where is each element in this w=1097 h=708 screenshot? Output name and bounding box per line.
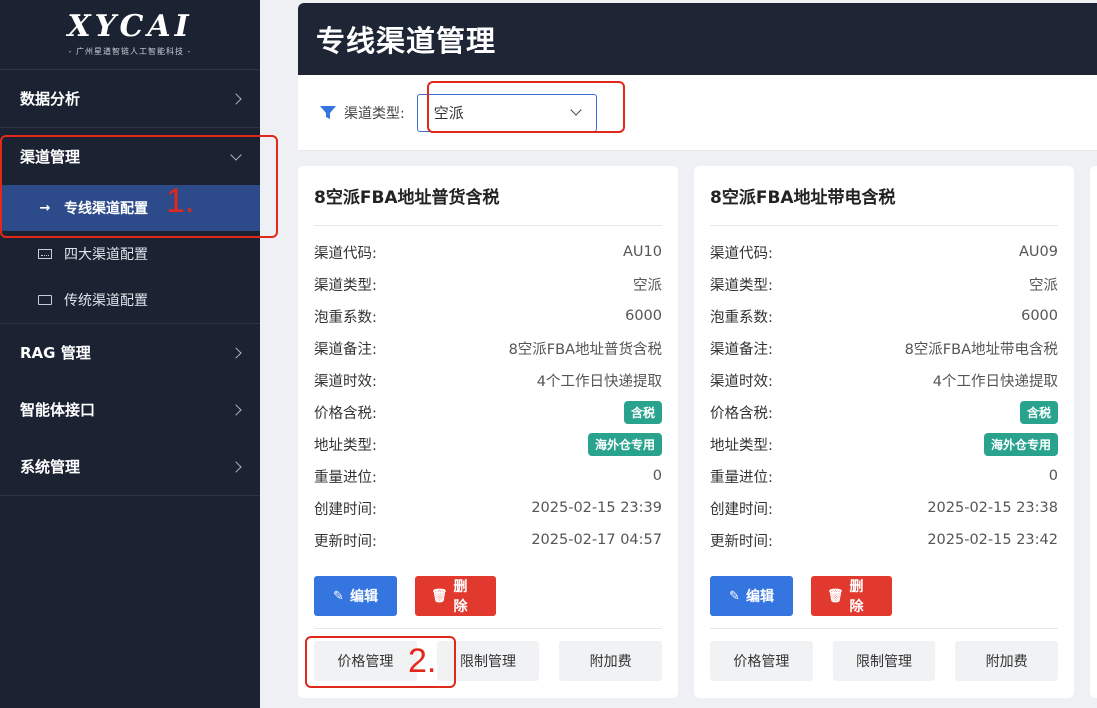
filter-label: 渠道类型: [344, 105, 405, 122]
field-row-addr: 地址类型: 海外仓专用 [314, 428, 662, 460]
field-row-note: 渠道备注: 8空派FBA地址普货含税 [314, 341, 662, 358]
edit-button[interactable]: ✎ 编辑 [710, 576, 793, 616]
tax-badge: 含税 [1019, 400, 1058, 424]
chevron-down-icon [570, 104, 582, 116]
nav-label: 系统管理 [20, 458, 81, 476]
nav-channel-management[interactable]: 渠道管理 [0, 128, 260, 185]
limit-management-button[interactable]: 限制管理 [832, 641, 936, 681]
nav-label: RAG 管理 [20, 344, 91, 362]
chevron-down-icon [230, 148, 242, 161]
chevron-right-icon [230, 92, 242, 105]
arrow-right-icon: → [39, 200, 51, 216]
field-row-note: 渠道备注: 8空派FBA地址带电含税 [710, 341, 1058, 358]
chevron-right-icon [230, 346, 242, 359]
limit-management-button[interactable]: 限制管理 [436, 641, 540, 681]
field-row-type: 渠道类型: 空派 [314, 277, 662, 294]
logo-subtitle: - 广州星遒智链人工智能科技 - [68, 47, 192, 56]
nav-data-analysis[interactable]: 数据分析 [0, 70, 260, 127]
logo: XYCAI - 广州星遒智链人工智能科技 - [0, 0, 260, 70]
field-row-type: 渠道类型: 空派 [710, 277, 1058, 294]
edit-button[interactable]: ✎ 编辑 [314, 576, 397, 616]
field-row-updated: 更新时间: 2025-02-17 04:57 [314, 532, 662, 550]
sidebar-item-label: 四大渠道配置 [64, 247, 148, 263]
price-management-button[interactable]: 价格管理 [710, 641, 813, 681]
address-type-badge: 海外仓专用 [587, 432, 662, 456]
page-header: 专线渠道管理 [298, 3, 1097, 75]
channel-card-partial [1090, 166, 1097, 698]
nav-label: 渠道管理 [20, 148, 81, 166]
card-title: 8空派FBA地址普货含税 [314, 166, 662, 226]
tax-badge: 含税 [623, 400, 662, 424]
trash-icon: 🗑 [431, 588, 448, 604]
chevron-right-icon [230, 460, 242, 473]
delete-button[interactable]: 🗑 删除 [811, 576, 892, 616]
annotation-number-1: 1. [166, 182, 195, 220]
sidebar-item-dedicated-channel[interactable]: → 专线渠道配置 [0, 185, 260, 231]
channel-card: 8空派FBA地址普货含税 渠道代码: AU10 渠道类型: 空派 泡重系数: 6000… [298, 166, 678, 698]
edit-icon: ✎ [729, 588, 740, 604]
sidebar: XYCAI - 广州星遒智链人工智能科技 - 数据分析 渠道管理 → 专线渠道配… [0, 0, 260, 708]
sidebar-item-four-major-channel[interactable]: 四大渠道配置 [0, 231, 260, 277]
field-row-code: 渠道代码: AU10 [314, 244, 662, 262]
chevron-right-icon [230, 403, 242, 416]
field-row-round: 重量进位: 0 [710, 468, 1058, 486]
edit-icon: ✎ [333, 588, 344, 604]
field-row-tax: 价格含税: 含税 [314, 396, 662, 428]
nav-agent-interface[interactable]: 智能体接口 [0, 381, 260, 438]
nav-system-management[interactable]: 系统管理 [0, 438, 260, 495]
nav-label: 数据分析 [20, 90, 81, 108]
field-row-code: 渠道代码: AU09 [710, 244, 1058, 262]
address-type-badge: 海外仓专用 [983, 432, 1058, 456]
surcharge-button[interactable]: 附加费 [559, 641, 663, 681]
keyboard-icon [36, 249, 54, 259]
filter-icon [320, 105, 336, 119]
sidebar-item-traditional-channel[interactable]: 传统渠道配置 [0, 277, 260, 323]
channel-card: 8空派FBA地址带电含税 渠道代码: AU09 渠道类型: 空派 泡重系数: 6000… [694, 166, 1074, 698]
page-title: 专线渠道管理 [316, 24, 497, 58]
sidebar-item-label: 传统渠道配置 [64, 293, 148, 309]
field-row-eta: 渠道时效: 4个工作日快递提取 [314, 373, 662, 390]
field-row-factor: 泡重系数: 6000 [710, 308, 1058, 326]
filter-bar: 渠道类型: 空派 [298, 75, 1097, 151]
delete-button[interactable]: 🗑 删除 [415, 576, 496, 616]
price-management-button[interactable]: 价格管理 [314, 641, 417, 681]
annotation-number-2: 2. [408, 642, 437, 680]
channel-type-select[interactable]: 空派 [416, 93, 597, 132]
nav-rag-management[interactable]: RAG 管理 [0, 324, 260, 381]
field-row-created: 创建时间: 2025-02-15 23:38 [710, 500, 1058, 518]
trash-icon: 🗑 [827, 588, 844, 604]
main-content: 专线渠道管理 渠道类型: 空派 8空派FBA地址普货含税 渠道代码: AU10 渠… [260, 0, 1097, 708]
field-row-eta: 渠道时效: 4个工作日快递提取 [710, 373, 1058, 390]
field-row-addr: 地址类型: 海外仓专用 [710, 428, 1058, 460]
sidebar-item-label: 专线渠道配置 [64, 201, 148, 217]
field-row-created: 创建时间: 2025-02-15 23:39 [314, 500, 662, 518]
box-icon [36, 295, 54, 305]
field-row-tax: 价格含税: 含税 [710, 396, 1058, 428]
surcharge-button[interactable]: 附加费 [955, 641, 1059, 681]
nav-label: 智能体接口 [20, 401, 96, 419]
field-row-round: 重量进位: 0 [314, 468, 662, 486]
field-row-updated: 更新时间: 2025-02-15 23:42 [710, 532, 1058, 550]
logo-title: XYCAI [67, 9, 193, 44]
select-value: 空派 [433, 104, 464, 122]
card-title: 8空派FBA地址带电含税 [710, 166, 1058, 226]
field-row-factor: 泡重系数: 6000 [314, 308, 662, 326]
